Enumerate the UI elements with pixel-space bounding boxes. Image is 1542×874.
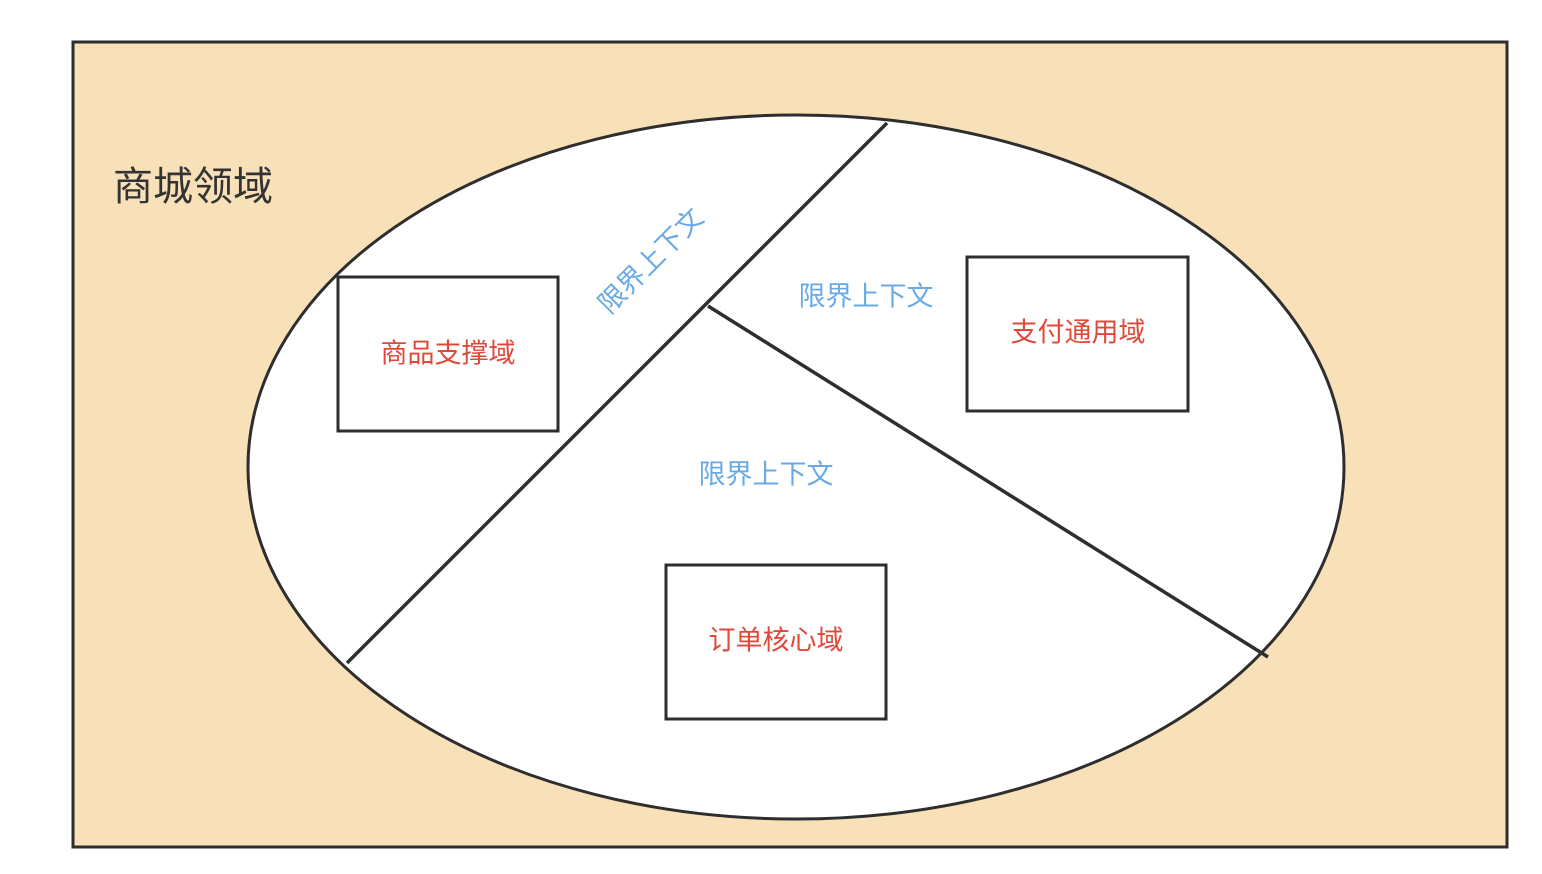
diagram-canvas: 商城领域 限界上下文 限界上下文 限界上下文 商品支撑域 支付通用域 订单核心域 [0,0,1542,874]
subdomain-label-order: 订单核心域 [709,626,844,657]
domain-title: 商城领域 [113,164,273,210]
domain-diagram: 商城领域 限界上下文 限界上下文 限界上下文 商品支撑域 支付通用域 订单核心域 [71,40,1509,849]
subdomain-box-payment: 支付通用域 [965,255,1190,413]
subdomain-box-product: 商品支撑域 [336,275,560,433]
subdomain-box-order: 订单核心域 [664,563,888,721]
subdomain-label-payment: 支付通用域 [1011,318,1146,349]
bounded-context-label-bottom: 限界上下文 [699,460,834,491]
subdomain-label-product: 商品支撑域 [381,339,516,370]
bounded-context-label-right: 限界上下文 [799,282,934,313]
